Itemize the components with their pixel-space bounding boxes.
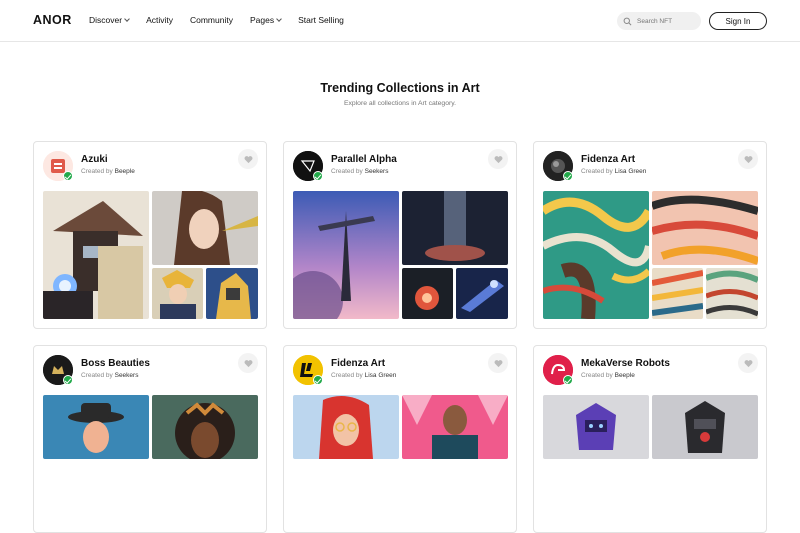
collection-creator: Created by Beeple (581, 372, 635, 379)
nav-item-label: Community (189, 15, 233, 25)
brand-logo[interactable]: ANOR (33, 13, 72, 27)
creator-link[interactable]: Beeple (615, 372, 635, 379)
collection-card[interactable]: Azuki Created by Beeple (33, 141, 267, 329)
nav-item-label: Discover (89, 15, 123, 25)
collection-name[interactable]: Azuki (81, 154, 108, 165)
verified-badge-icon (313, 171, 323, 181)
chevron-down-icon (124, 16, 130, 22)
chevron-down-icon (276, 16, 282, 22)
collection-creator: Created by Lisa Green (331, 372, 397, 379)
verified-badge-icon (563, 171, 573, 181)
verified-badge-icon (63, 375, 73, 385)
collection-name[interactable]: Parallel Alpha (331, 154, 397, 165)
sign-in-button[interactable]: Sign In (709, 12, 767, 30)
nav-item-activity[interactable]: Activity (146, 15, 173, 25)
creator-link[interactable]: Lisa Green (615, 168, 647, 175)
creator-link[interactable]: Lisa Green (365, 372, 397, 379)
main-menu: Discover Activity Community Pages Start … (89, 15, 361, 25)
nav-item-community[interactable]: Community (190, 15, 233, 25)
collection-image[interactable] (152, 268, 203, 319)
favorite-button[interactable] (488, 149, 508, 169)
search-box[interactable] (617, 12, 701, 30)
collection-image[interactable] (402, 268, 453, 319)
nav-item-label: Start Selling (298, 15, 344, 25)
heart-icon (244, 155, 252, 163)
collection-image[interactable] (543, 191, 649, 319)
collection-name[interactable]: MekaVerse Robots (581, 358, 670, 369)
collection-image[interactable] (43, 395, 149, 459)
collection-creator: Created by Seekers (81, 372, 139, 379)
collection-image[interactable] (206, 268, 258, 319)
collection-card[interactable]: Parallel Alpha Created by Seekers (283, 141, 517, 329)
favorite-button[interactable] (488, 353, 508, 373)
collection-image[interactable] (652, 395, 758, 459)
favorite-button[interactable] (238, 149, 258, 169)
verified-badge-icon (63, 171, 73, 181)
collection-image[interactable] (706, 268, 758, 319)
heart-icon (494, 359, 502, 367)
collection-card[interactable]: Fidenza Art Created by Lisa Green (283, 345, 517, 533)
verified-badge-icon (563, 375, 573, 385)
verified-badge-icon (313, 375, 323, 385)
collection-card[interactable]: Boss Beauties Created by Seekers (33, 345, 267, 533)
collection-image[interactable] (152, 395, 258, 459)
collection-image[interactable] (652, 191, 758, 265)
heart-icon (494, 155, 502, 163)
nav-item-start-selling[interactable]: Start Selling (298, 15, 344, 25)
collection-card[interactable]: Fidenza Art Created by Lisa Green (533, 141, 767, 329)
collection-name[interactable]: Fidenza Art (331, 358, 385, 369)
collection-creator: Created by Seekers (331, 168, 389, 175)
creator-link[interactable]: Seekers (115, 372, 139, 379)
search-icon (623, 17, 632, 25)
collection-creator: Created by Lisa Green (581, 168, 647, 175)
collection-image[interactable] (43, 191, 149, 319)
page-subtitle: Explore all collections in Art category. (343, 100, 457, 107)
collection-image[interactable] (543, 395, 649, 459)
favorite-button[interactable] (738, 149, 758, 169)
collection-image[interactable] (152, 191, 258, 265)
collection-image[interactable] (293, 191, 399, 319)
nav-item-label: Pages (249, 15, 275, 25)
top-navbar: ANOR Discover Activity Community Pages S… (0, 0, 800, 42)
nav-item-discover[interactable]: Discover (89, 15, 130, 25)
favorite-button[interactable] (238, 353, 258, 373)
nav-item-pages[interactable]: Pages (249, 15, 282, 25)
collection-image[interactable] (402, 395, 508, 459)
heart-icon (744, 155, 752, 163)
collection-card[interactable]: MekaVerse Robots Created by Beeple (533, 345, 767, 533)
creator-link[interactable]: Beeple (115, 168, 135, 175)
collection-image[interactable] (402, 191, 508, 265)
nav-item-label: Activity (146, 15, 173, 25)
creator-link[interactable]: Seekers (365, 168, 389, 175)
collection-image[interactable] (456, 268, 508, 319)
collection-image[interactable] (293, 395, 399, 459)
collection-name[interactable]: Fidenza Art (581, 154, 635, 165)
favorite-button[interactable] (738, 353, 758, 373)
heart-icon (744, 359, 752, 367)
collection-creator: Created by Beeple (81, 168, 135, 175)
collection-name[interactable]: Boss Beauties (81, 358, 150, 369)
collection-image[interactable] (652, 268, 703, 319)
search-input[interactable] (637, 17, 697, 25)
heart-icon (244, 359, 252, 367)
page-title: Trending Collections in Art (320, 81, 480, 95)
